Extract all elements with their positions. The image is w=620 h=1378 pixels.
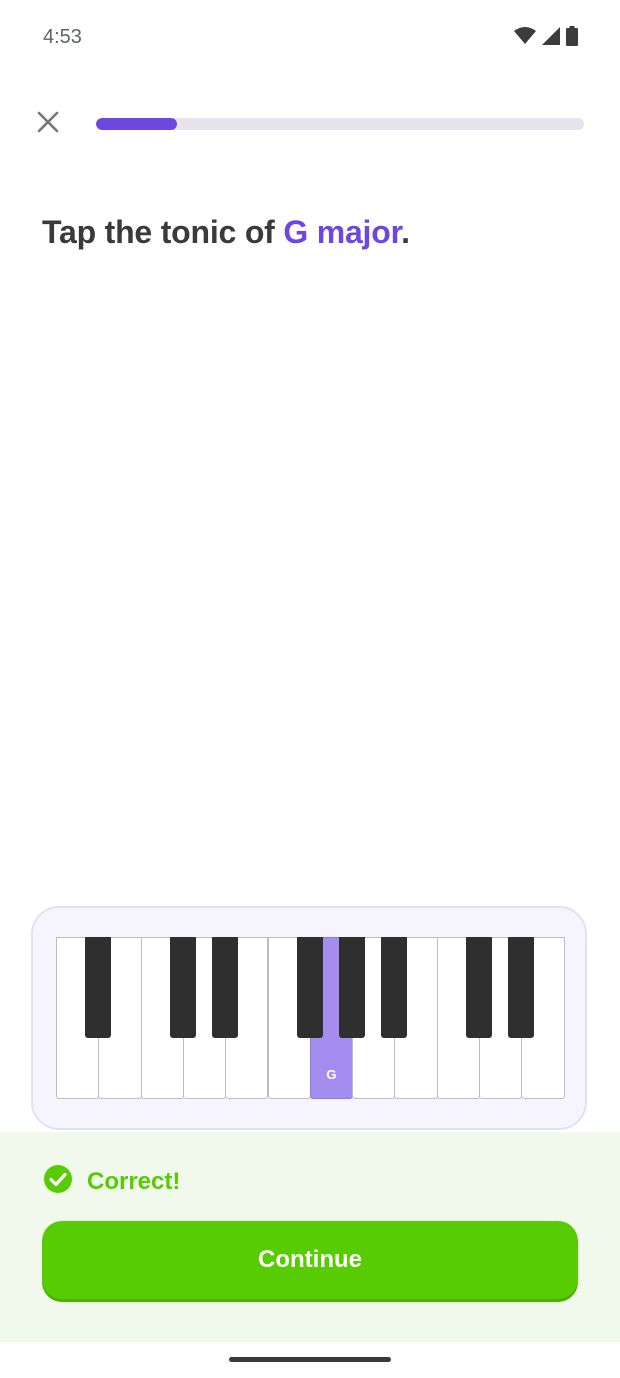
close-button[interactable] [32, 108, 64, 140]
lesson-progress-fill [96, 118, 177, 130]
piano-keyboard: G [56, 937, 565, 1101]
question-suffix: . [401, 214, 410, 250]
status-bar: 4:53 [0, 0, 620, 76]
question-prompt: Tap the tonic of G major. [42, 214, 410, 251]
piano-black-key[interactable] [212, 937, 239, 1038]
piano-black-key[interactable] [169, 937, 196, 1038]
battery-icon [566, 26, 578, 46]
piano-black-key[interactable] [466, 937, 492, 1038]
status-time: 4:53 [43, 26, 82, 48]
feedback-message: Correct! [87, 1167, 181, 1195]
question-key-highlight: G major [283, 214, 402, 250]
home-indicator[interactable] [229, 1357, 391, 1362]
piano-black-key[interactable] [508, 937, 535, 1038]
lesson-progress-bar [96, 118, 584, 130]
check-circle-icon [43, 1164, 73, 1199]
piano-black-key[interactable] [296, 937, 323, 1038]
wifi-icon [514, 27, 536, 45]
close-icon [36, 110, 60, 139]
continue-button[interactable]: Continue [42, 1221, 578, 1299]
cell-signal-icon [542, 27, 560, 45]
piano-black-key[interactable] [339, 937, 366, 1038]
feedback-status: Correct! [43, 1164, 180, 1199]
question-prefix: Tap the tonic of [42, 214, 284, 250]
piano-black-key[interactable] [381, 937, 408, 1038]
piano-black-key[interactable] [85, 937, 112, 1038]
piano-key-label: G [326, 1067, 337, 1082]
status-icons [514, 26, 578, 46]
